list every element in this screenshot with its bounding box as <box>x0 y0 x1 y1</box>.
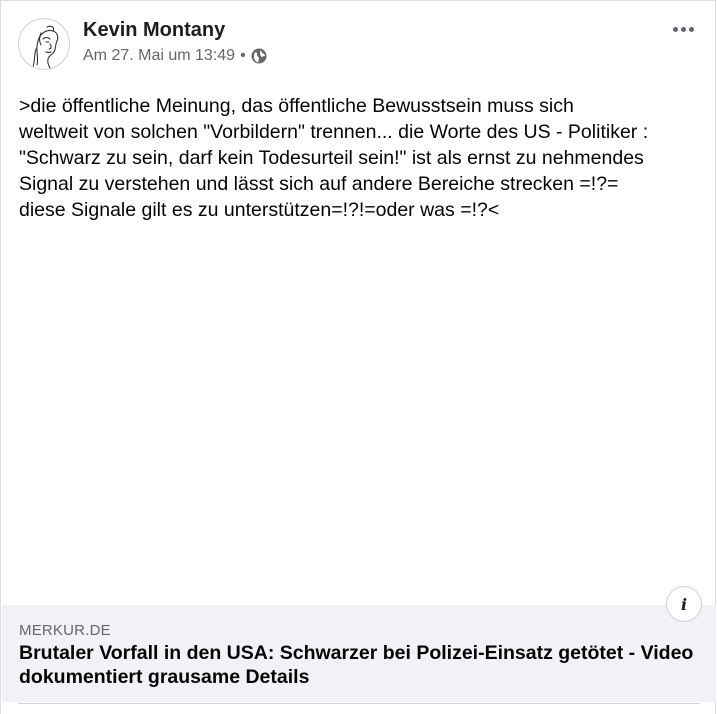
post-meta: Am 27. Mai um 13:49 • <box>83 47 267 65</box>
avatar[interactable] <box>18 18 70 70</box>
info-icon[interactable]: i <box>666 586 702 622</box>
globe-icon[interactable] <box>251 48 267 64</box>
post-text: >die öffentliche Meinung, das öffentlich… <box>19 95 649 221</box>
meta-separator: • <box>240 47 246 64</box>
info-glyph: i <box>680 594 688 614</box>
avatar-sketch-image <box>32 25 59 69</box>
more-options-icon[interactable] <box>669 21 697 37</box>
post-timestamp[interactable]: Am 27. Mai um 13:49 <box>83 47 235 65</box>
dot <box>680 26 686 32</box>
post-card: Kevin Montany Am 27. Mai um 13:49 • >die… <box>0 0 716 714</box>
divider <box>18 703 700 704</box>
link-title[interactable]: Brutaler Vorfall in den USA: Schwarzer b… <box>19 641 699 689</box>
link-domain: MERKUR.DE <box>19 622 111 639</box>
dot <box>688 26 694 32</box>
dot <box>672 26 678 32</box>
link-preview[interactable]: MERKUR.DE Brutaler Vorfall in den USA: S… <box>2 605 716 702</box>
author-name[interactable]: Kevin Montany <box>83 19 225 42</box>
